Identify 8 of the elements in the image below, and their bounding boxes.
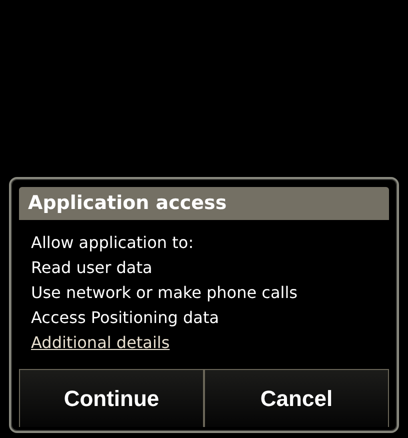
permission-text: Access Positioning data bbox=[31, 307, 220, 329]
permission-text: Allow application to: bbox=[31, 232, 195, 254]
permission-text: Read user data bbox=[31, 257, 154, 279]
continue-button[interactable]: Continue bbox=[19, 369, 204, 427]
dialog-title: Application access bbox=[19, 187, 389, 220]
permission-text: Use network or make phone calls bbox=[31, 282, 298, 304]
details-link[interactable]: Additional details bbox=[31, 330, 170, 355]
cancel-button[interactable]: Cancel bbox=[204, 369, 389, 427]
